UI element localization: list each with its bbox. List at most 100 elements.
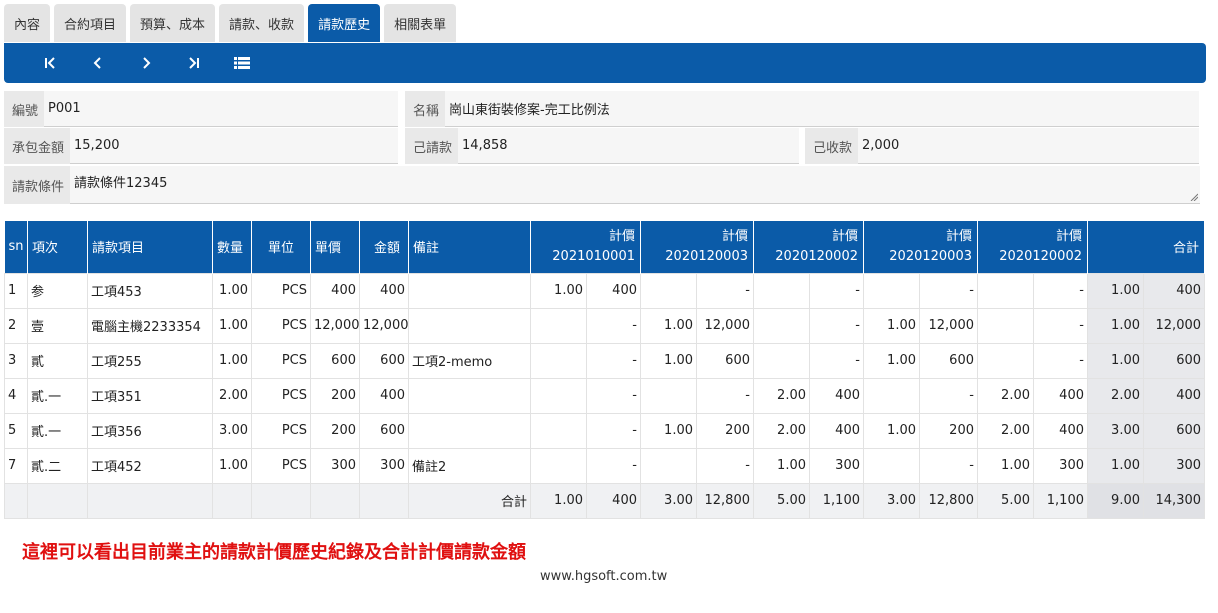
next-record-button[interactable]	[122, 43, 170, 83]
cell-group-amount: 600	[919, 342, 978, 379]
cell-item: 工項453	[87, 272, 213, 309]
cell-group-amount: -	[696, 377, 754, 414]
cell-group-qty: 1.00	[640, 307, 697, 344]
code-input[interactable]: P001	[44, 91, 398, 127]
tab-contract-items[interactable]: 合約項目	[54, 4, 127, 42]
cell-group-qty	[640, 447, 697, 484]
cell-qty: 1.00	[212, 272, 252, 309]
header-amount[interactable]: 金額	[359, 221, 409, 273]
cell-price: 600	[310, 342, 360, 379]
record-toolbar	[4, 43, 1206, 83]
group-5-label: 計價	[1055, 228, 1082, 244]
cell-group-qty: 1.00	[753, 447, 810, 484]
last-page-icon	[189, 57, 199, 69]
header-memo[interactable]: 備註	[408, 221, 531, 273]
header-item[interactable]: 請款項目	[87, 221, 213, 273]
group-2-label: 計價	[721, 228, 748, 244]
cell-sum-total-amount: 14,300	[1142, 482, 1206, 519]
cell-total-qty: 1.00	[1087, 447, 1144, 484]
last-record-button[interactable]	[170, 43, 218, 83]
cell-group-qty	[640, 272, 697, 309]
tab-billing-history[interactable]: 請款歷史	[308, 4, 381, 42]
tab-content[interactable]: 內容	[4, 4, 51, 42]
list-icon	[234, 57, 250, 69]
cell-total-amount: 300	[1142, 447, 1206, 484]
group-5-code: 2020120002	[999, 248, 1082, 264]
received-input[interactable]: 2,000	[858, 128, 1199, 164]
header-group-1[interactable]: 計價 2021010001	[530, 221, 641, 273]
first-record-button[interactable]	[26, 43, 74, 83]
billed-input[interactable]: 14,858	[458, 128, 799, 164]
terms-label: 請款條件	[4, 166, 71, 204]
header-qty[interactable]: 數量	[212, 221, 252, 273]
cell-group-qty: 1.00	[863, 412, 920, 449]
code-field: 編號 P001	[4, 91, 398, 127]
header-group-5[interactable]: 計價 2020120002	[977, 221, 1088, 273]
header-group-3[interactable]: 計價 2020120002	[753, 221, 864, 273]
cell-empty	[27, 482, 88, 519]
cell-sum-group-amount: 1,100	[809, 482, 864, 519]
cell-group-amount: -	[919, 377, 978, 414]
code-label: 編號	[4, 91, 45, 127]
table-row[interactable]: 7 貳.二 工項452 1.00 PCS 300 300 備註2- -1.00 300-1.00 3…	[4, 447, 1206, 484]
cell-total-qty: 3.00	[1087, 412, 1144, 449]
terms-textarea[interactable]: 請款條件12345	[70, 166, 1200, 204]
table-row[interactable]: 2 壹電腦主機2233354 1.00 PCS 12,000 12,000-1.00 12,…	[4, 307, 1206, 344]
cell-group-amount: 400	[1033, 377, 1088, 414]
previous-record-button[interactable]	[74, 43, 122, 83]
header-group-4[interactable]: 計價 2020120003	[863, 221, 978, 273]
table-row[interactable]: 5 貳.一 工項356 3.00 PCS 200 600-1.00 200 2.00 400 1.0…	[4, 412, 1206, 449]
cell-group-amount: 400	[809, 377, 864, 414]
cell-unit: PCS	[251, 307, 311, 344]
name-input[interactable]: 崗山東街裝修案-完工比例法	[445, 91, 1199, 127]
cell-sum-group-qty: 3.00	[640, 482, 697, 519]
cell-group-qty	[977, 342, 1034, 379]
website-text: www.hgsoft.com.tw	[540, 569, 668, 584]
group-2-code: 2020120003	[665, 248, 748, 264]
cell-sn: 2	[4, 307, 28, 344]
group-3-code: 2020120002	[775, 248, 858, 264]
cell-total-amount: 12,000	[1142, 307, 1206, 344]
table-row[interactable]: 1 参工項453 1.00 PCS 400 400 1.00 400- - - -1.00 400	[4, 272, 1206, 309]
contract-amount-input[interactable]: 15,200	[70, 128, 398, 164]
header-price[interactable]: 單價	[310, 221, 360, 273]
group-4-code: 2020120003	[889, 248, 972, 264]
cell-group-qty: 1.00	[640, 412, 697, 449]
cell-unit: PCS	[251, 377, 311, 414]
group-4-label: 計價	[945, 228, 972, 244]
cell-group-qty: 2.00	[753, 412, 810, 449]
tab-billing-receipt[interactable]: 請款、收款	[219, 4, 305, 42]
cell-group-amount: 200	[919, 412, 978, 449]
header-unit[interactable]: 單位	[251, 221, 311, 273]
list-view-button[interactable]	[218, 43, 266, 83]
cell-item: 工項255	[87, 342, 213, 379]
cell-group-amount: -	[1033, 307, 1088, 344]
cell-group-amount: -	[586, 377, 641, 414]
cell-group-amount: 300	[809, 447, 864, 484]
cell-total-amount: 600	[1142, 342, 1206, 379]
cell-amount: 300	[359, 447, 409, 484]
tab-budget-cost[interactable]: 預算、成本	[130, 4, 216, 42]
cell-sn: 1	[4, 272, 28, 309]
tab-related-forms[interactable]: 相關表單	[384, 4, 457, 42]
table-row[interactable]: 3 貳工項255 1.00 PCS 600 600 工項2-memo -1.00 600-1.0…	[4, 342, 1206, 379]
cell-empty	[310, 482, 360, 519]
table-row[interactable]: 4 貳.一 工項351 2.00 PCS 200 400- -2.00 400-2.00 400 2…	[4, 377, 1206, 414]
cell-amount: 12,000	[359, 307, 409, 344]
tab-bar: 內容 合約項目 預算、成本 請款、收款 請款歷史 相關表單	[4, 4, 457, 42]
header-group-2[interactable]: 計價 2020120003	[640, 221, 754, 273]
cell-empty	[87, 482, 213, 519]
header-seq[interactable]: 項次	[27, 221, 88, 273]
header-sn[interactable]: sn	[4, 221, 28, 273]
cell-group-qty	[530, 447, 587, 484]
cell-amount: 400	[359, 272, 409, 309]
resize-handle-icon[interactable]	[1190, 193, 1198, 201]
cell-group-qty	[530, 342, 587, 379]
cell-unit: PCS	[251, 272, 311, 309]
cell-group-amount: -	[1033, 342, 1088, 379]
group-3-label: 計價	[831, 228, 858, 244]
header-total[interactable]: 合計	[1087, 221, 1206, 273]
cell-group-qty	[753, 307, 810, 344]
cell-group-qty	[863, 377, 920, 414]
group-1-label: 計價	[608, 228, 635, 244]
